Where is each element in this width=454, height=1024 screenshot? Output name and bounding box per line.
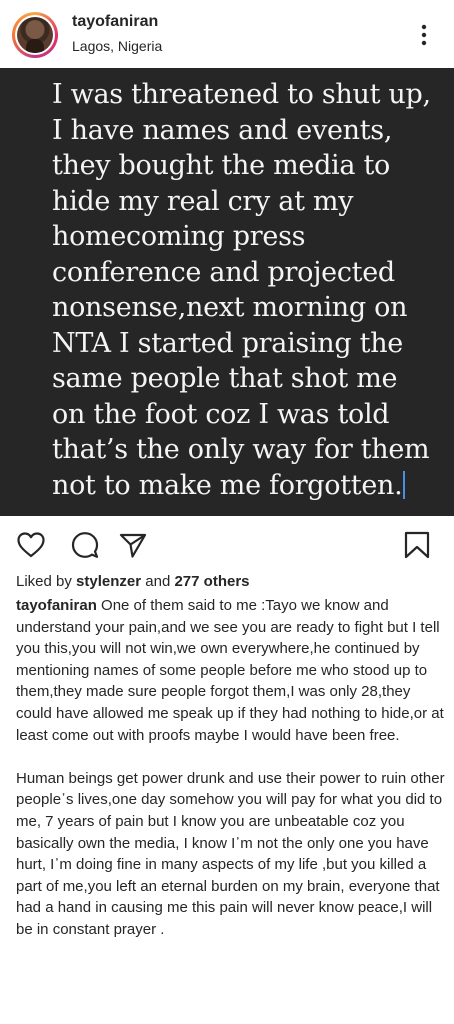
vertical-ellipsis-icon[interactable] bbox=[415, 24, 433, 46]
post-action-bar bbox=[0, 522, 454, 566]
comment-icon[interactable] bbox=[70, 530, 100, 560]
post-quote-text: I was threatened to shut up, I have name… bbox=[52, 77, 448, 503]
caption-username[interactable]: tayofaniran bbox=[16, 597, 97, 614]
text-cursor bbox=[403, 470, 406, 499]
likes-and: and bbox=[141, 573, 175, 590]
caption-text: One of them said to me :Tayo we know and… bbox=[16, 597, 445, 938]
quote-body: I was threatened to shut up, I have name… bbox=[52, 79, 431, 501]
likes-summary[interactable]: Liked by stylenzer and 277 others bbox=[16, 573, 250, 590]
likes-prefix: Liked by bbox=[16, 573, 77, 590]
bookmark-icon[interactable] bbox=[402, 530, 432, 560]
avatar-photo bbox=[17, 17, 53, 53]
post-header: tayofaniran Lagos, Nigeria bbox=[0, 0, 454, 68]
likes-count[interactable]: 277 others bbox=[174, 573, 249, 590]
avatar[interactable] bbox=[12, 12, 58, 58]
liked-by-user[interactable]: stylenzer bbox=[76, 573, 141, 590]
paper-plane-icon[interactable] bbox=[118, 530, 148, 560]
avatar-border bbox=[15, 15, 55, 55]
post-username[interactable]: tayofaniran bbox=[72, 13, 158, 31]
post-location[interactable]: Lagos, Nigeria bbox=[72, 38, 162, 54]
heart-icon[interactable] bbox=[16, 530, 46, 560]
post-caption: tayofaniran One of them said to me :Tayo… bbox=[16, 595, 446, 941]
